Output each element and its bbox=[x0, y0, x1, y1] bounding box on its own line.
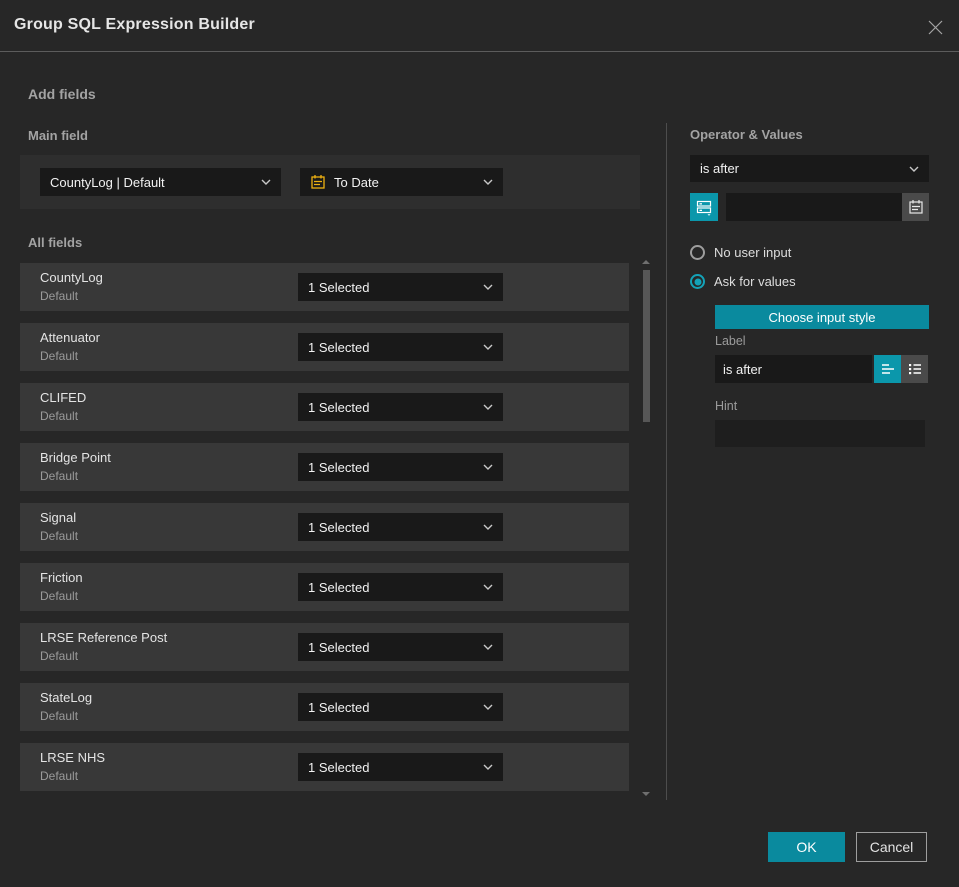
operator-select[interactable]: is after bbox=[690, 155, 929, 182]
field-row-lrse-nhs: LRSE NHS Default 1 Selected bbox=[20, 743, 629, 791]
calendar-icon bbox=[908, 199, 924, 215]
field-row-friction: Friction Default 1 Selected bbox=[20, 563, 629, 611]
field-name: Bridge Point bbox=[40, 450, 111, 465]
field-selection-select[interactable]: 1 Selected bbox=[298, 633, 503, 661]
list-input-style-button[interactable] bbox=[901, 355, 928, 383]
cancel-button[interactable]: Cancel bbox=[856, 832, 927, 862]
field-selection-select[interactable]: 1 Selected bbox=[298, 273, 503, 301]
main-field-select[interactable]: CountyLog | Default bbox=[40, 168, 281, 196]
field-subtitle: Default bbox=[40, 409, 79, 423]
chevron-down-icon bbox=[483, 644, 493, 650]
chevron-down-icon bbox=[483, 464, 493, 470]
field-row-countylog: CountyLog Default 1 Selected bbox=[20, 263, 629, 311]
main-field-select-value: CountyLog | Default bbox=[50, 174, 165, 190]
selection-value: 1 Selected bbox=[308, 279, 370, 295]
hint-input[interactable] bbox=[715, 420, 925, 447]
field-selection-select[interactable]: 1 Selected bbox=[298, 453, 503, 481]
panel-divider bbox=[666, 123, 667, 800]
chevron-down-icon bbox=[483, 524, 493, 530]
chevron-down-icon bbox=[483, 284, 493, 290]
field-row-signal: Signal Default 1 Selected bbox=[20, 503, 629, 551]
field-subtitle: Default bbox=[40, 349, 79, 363]
main-field-type-value: To Date bbox=[334, 174, 379, 190]
chevron-down-icon bbox=[909, 166, 919, 172]
field-subtitle: Default bbox=[40, 469, 79, 483]
list-icon bbox=[908, 363, 922, 375]
field-name: StateLog bbox=[40, 690, 93, 705]
field-name: Signal bbox=[40, 510, 77, 525]
field-selection-select[interactable]: 1 Selected bbox=[298, 573, 503, 601]
calendar-icon bbox=[310, 174, 326, 190]
field-selection-select[interactable]: 1 Selected bbox=[298, 333, 503, 361]
field-selection-select[interactable]: 1 Selected bbox=[298, 753, 503, 781]
field-name: LRSE Reference Post bbox=[40, 630, 168, 645]
field-subtitle: Default bbox=[40, 709, 79, 723]
field-name: CLIFED bbox=[40, 390, 87, 405]
main-field-heading: Main field bbox=[28, 128, 88, 143]
hint-field-label: Hint bbox=[715, 399, 738, 413]
selection-value: 1 Selected bbox=[308, 459, 370, 475]
choose-input-style-button[interactable]: Choose input style bbox=[715, 305, 929, 329]
label-field-label: Label bbox=[715, 334, 746, 348]
field-name: LRSE NHS bbox=[40, 750, 106, 765]
chevron-down-icon bbox=[483, 704, 493, 710]
radio-checked-icon bbox=[690, 274, 705, 289]
dialog-title: Group SQL Expression Builder bbox=[14, 16, 255, 33]
selection-value: 1 Selected bbox=[308, 399, 370, 415]
add-fields-heading: Add fields bbox=[28, 86, 96, 102]
chevron-down-icon bbox=[483, 404, 493, 410]
operator-select-value: is after bbox=[700, 161, 740, 176]
stored-values-icon bbox=[695, 198, 713, 216]
selection-value: 1 Selected bbox=[308, 759, 370, 775]
input-style-toggle bbox=[874, 355, 928, 383]
value-input[interactable] bbox=[726, 193, 902, 221]
close-icon[interactable] bbox=[925, 17, 945, 37]
chevron-down-icon bbox=[483, 344, 493, 350]
selection-value: 1 Selected bbox=[308, 579, 370, 595]
field-row-statelog: StateLog Default 1 Selected bbox=[20, 683, 629, 731]
ok-button[interactable]: OK bbox=[768, 832, 845, 862]
field-subtitle: Default bbox=[40, 769, 79, 783]
text-input-style-button[interactable] bbox=[874, 355, 901, 383]
field-row-clifed: CLIFED Default 1 Selected bbox=[20, 383, 629, 431]
label-input[interactable] bbox=[715, 355, 872, 383]
no-user-input-radio[interactable]: No user input bbox=[690, 245, 791, 260]
field-row-lrse-reference-post: LRSE Reference Post Default 1 Selected bbox=[20, 623, 629, 671]
chevron-down-icon bbox=[483, 584, 493, 590]
date-picker-button[interactable] bbox=[902, 193, 929, 221]
field-selection-select[interactable]: 1 Selected bbox=[298, 513, 503, 541]
field-name: CountyLog bbox=[40, 270, 103, 285]
selection-value: 1 Selected bbox=[308, 639, 370, 655]
selection-value: 1 Selected bbox=[308, 699, 370, 715]
field-selection-select[interactable]: 1 Selected bbox=[298, 393, 503, 421]
align-left-icon bbox=[881, 363, 895, 375]
selection-value: 1 Selected bbox=[308, 339, 370, 355]
field-row-attenuator: Attenuator Default 1 Selected bbox=[20, 323, 629, 371]
all-fields-heading: All fields bbox=[28, 235, 83, 250]
scrollbar-thumb[interactable] bbox=[643, 270, 650, 422]
field-subtitle: Default bbox=[40, 529, 79, 543]
scrollbar-up-arrow-icon[interactable] bbox=[642, 260, 650, 264]
chevron-down-icon bbox=[483, 764, 493, 770]
field-name: Friction bbox=[40, 570, 83, 585]
chevron-down-icon bbox=[483, 179, 493, 185]
field-subtitle: Default bbox=[40, 289, 79, 303]
dialog-titlebar: Group SQL Expression Builder bbox=[0, 0, 959, 52]
ask-for-values-radio[interactable]: Ask for values bbox=[690, 274, 796, 289]
field-name: Attenuator bbox=[40, 330, 100, 345]
field-subtitle: Default bbox=[40, 649, 79, 663]
operator-values-heading: Operator & Values bbox=[690, 127, 803, 142]
selection-value: 1 Selected bbox=[308, 519, 370, 535]
radio-unchecked-icon bbox=[690, 245, 705, 260]
scrollbar-down-arrow-icon[interactable] bbox=[642, 792, 650, 796]
field-selection-select[interactable]: 1 Selected bbox=[298, 693, 503, 721]
ask-for-values-label: Ask for values bbox=[714, 274, 796, 289]
field-row-bridge-point: Bridge Point Default 1 Selected bbox=[20, 443, 629, 491]
field-subtitle: Default bbox=[40, 589, 79, 603]
no-user-input-label: No user input bbox=[714, 245, 792, 260]
chevron-down-icon bbox=[261, 179, 271, 185]
value-source-button[interactable] bbox=[690, 193, 718, 221]
main-field-type-select[interactable]: To Date bbox=[300, 168, 503, 196]
